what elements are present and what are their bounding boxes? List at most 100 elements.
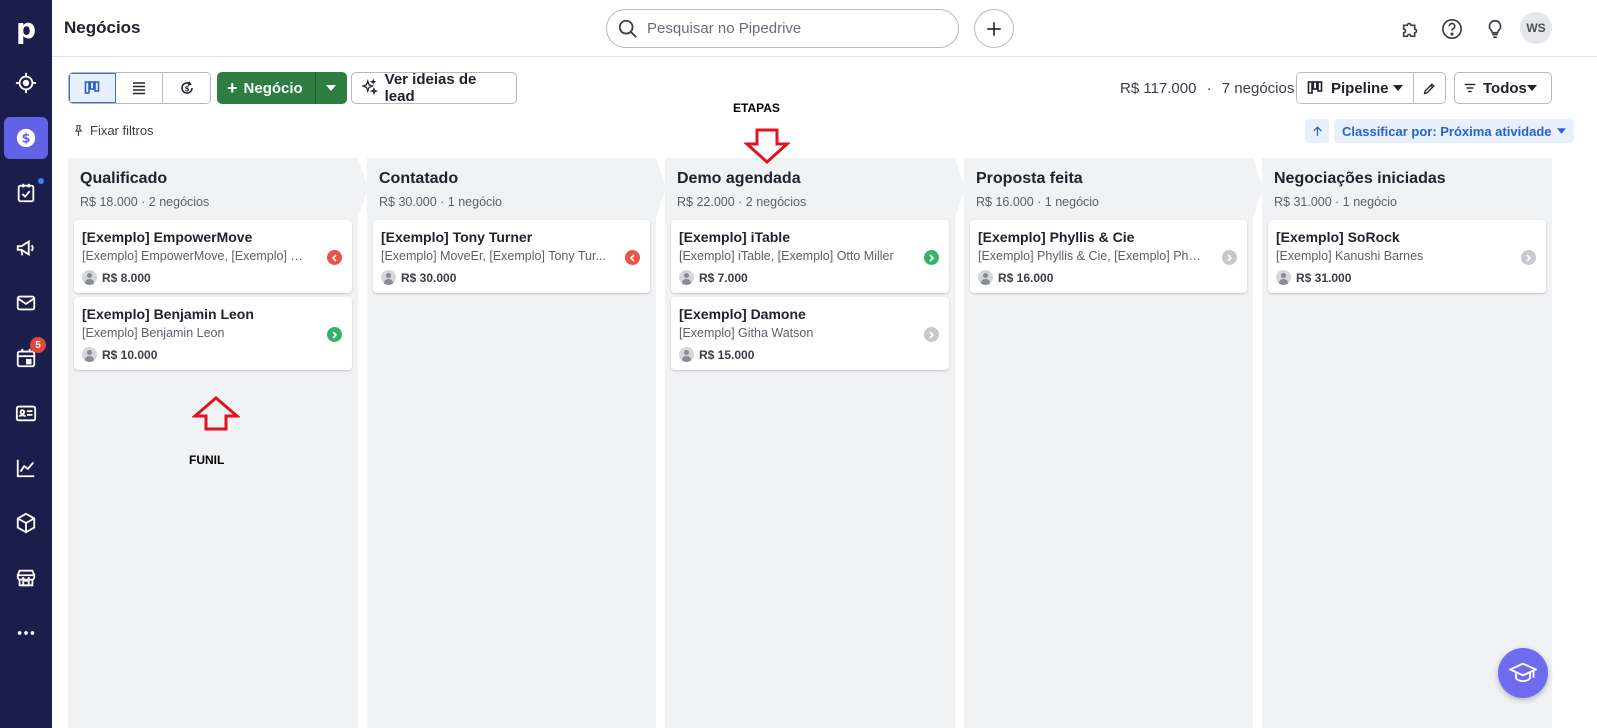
add-deal-dropdown-button[interactable]: [314, 72, 347, 104]
sort-direction-button[interactable]: [1305, 119, 1329, 143]
add-deal-button[interactable]: + Negócio: [217, 72, 315, 104]
deal-card[interactable]: [Exemplo] SoRock [Exemplo] Kanushi Barnes…: [1268, 220, 1546, 293]
deal-contacts: [Exemplo] Githa Watson: [679, 326, 814, 340]
search-box[interactable]: [606, 9, 959, 48]
person-icon: [978, 270, 993, 285]
nav-item-activities[interactable]: [4, 172, 48, 214]
no-activity-icon[interactable]: [924, 327, 939, 342]
filter-icon: [1464, 83, 1476, 93]
nav-item-more[interactable]: [4, 612, 48, 654]
stage-header[interactable]: Qualificado R$ 18.000 · 2 negócios: [68, 158, 368, 218]
search-input[interactable]: [647, 20, 937, 37]
overdue-activity-icon[interactable]: [327, 250, 342, 265]
person-icon: [82, 270, 97, 285]
stage-header[interactable]: Contatado R$ 30.000 · 1 negócio: [367, 158, 666, 218]
deal-card[interactable]: [Exemplo] iTable [Exemplo] iTable, [Exemp…: [671, 220, 949, 293]
more-icon: [17, 631, 35, 635]
deal-title: [Exemplo] Phyllis & Cie: [978, 229, 1135, 245]
quick-add-button[interactable]: [974, 9, 1014, 48]
help-button[interactable]: [1437, 14, 1467, 44]
deal-value: R$ 30.000: [401, 271, 457, 285]
deal-value: R$ 15.000: [699, 348, 755, 362]
nav-item-marketplace[interactable]: [4, 557, 48, 599]
nav-item-mail[interactable]: [4, 282, 48, 324]
summary-count: 7 negócios: [1221, 80, 1295, 97]
box-icon: [16, 512, 36, 534]
deal-value: R$ 10.000: [102, 348, 158, 362]
deal-card[interactable]: [Exemplo] Phyllis & Cie [Exemplo] Phyllis…: [970, 220, 1247, 293]
pipedrive-logo[interactable]: p: [0, 0, 52, 56]
stage-header[interactable]: Demo agendada R$ 22.000 · 2 negócios: [665, 158, 965, 218]
puzzle-icon: [1402, 22, 1418, 38]
stage-title: Qualificado: [80, 170, 168, 187]
dollar-icon: $: [16, 128, 36, 148]
nav-item-deals[interactable]: $: [4, 117, 48, 159]
stage-header[interactable]: Negociações iniciadas R$ 31.000 · 1 negóc…: [1262, 158, 1552, 218]
deal-card[interactable]: [Exemplo] Benjamin Leon [Exemplo] Benjami…: [74, 297, 352, 370]
deal-card[interactable]: [Exemplo] Damone [Exemplo] Githa Watson R$…: [671, 297, 949, 370]
graduation-cap-icon: [1509, 662, 1537, 683]
person-icon: [1276, 270, 1291, 285]
megaphone-icon: [16, 239, 34, 257]
plus-icon: +: [227, 77, 238, 98]
lead-ideas-button[interactable]: Ver ideias de lead: [351, 71, 517, 105]
forecast-view-button[interactable]: $: [163, 73, 210, 103]
deal-value: R$ 31.000: [1296, 271, 1352, 285]
tips-button[interactable]: [1480, 14, 1510, 44]
stage-column: Contatado R$ 30.000 · 1 negócio [Exemplo] …: [367, 158, 666, 728]
deal-value: R$ 7.000: [699, 271, 748, 285]
no-activity-icon[interactable]: [1222, 250, 1237, 265]
summary-value: R$ 117.000: [1120, 80, 1197, 97]
left-nav: p $ 5: [0, 0, 52, 728]
scheduled-activity-icon[interactable]: [327, 327, 342, 342]
stage-header[interactable]: Proposta feita R$ 16.000 · 1 negócio: [964, 158, 1263, 218]
academy-help-button[interactable]: [1498, 648, 1548, 698]
store-icon: [16, 569, 36, 587]
calendar-badge: 5: [30, 337, 46, 353]
caret-down-icon: [1527, 85, 1537, 91]
overdue-activity-icon[interactable]: [625, 250, 640, 265]
pipeline-select-button[interactable]: Pipeline: [1297, 73, 1414, 103]
target-icon: [15, 72, 37, 94]
deal-contacts: [Exemplo] Benjamin Leon: [82, 326, 225, 340]
nav-item-contacts[interactable]: [4, 392, 48, 434]
edit-pipeline-button[interactable]: [1414, 73, 1445, 103]
annotation-arrow-up-icon: [192, 396, 240, 431]
pipeline-view-button[interactable]: [69, 73, 116, 103]
nav-item-products[interactable]: [4, 502, 48, 544]
new-deal-split-button: + Negócio: [217, 72, 347, 104]
deal-card[interactable]: [Exemplo] EmpowerMove [Exemplo] EmpowerMo…: [74, 220, 352, 293]
nav-item-insights[interactable]: [4, 447, 48, 489]
no-activity-icon[interactable]: [1521, 250, 1536, 265]
user-avatar[interactable]: WS: [1520, 12, 1552, 44]
person-icon: [381, 270, 396, 285]
stage-chevron: [656, 158, 666, 218]
sort-by-dropdown[interactable]: Classificar por: Próxima atividade: [1334, 119, 1574, 143]
deal-contacts: [Exemplo] EmpowerMove, [Exemplo] Gl...: [82, 249, 312, 263]
stage-title: Negociações iniciadas: [1274, 170, 1446, 187]
list-view-button[interactable]: [116, 73, 163, 103]
contacts-card-icon: [15, 405, 37, 422]
deal-value: R$ 8.000: [102, 271, 151, 285]
deal-card[interactable]: [Exemplo] Tony Turner [Exemplo] MoveEr, […: [373, 220, 650, 293]
deal-contacts: [Exemplo] iTable, [Exemplo] Otto Miller: [679, 249, 894, 263]
nav-item-leads[interactable]: [4, 62, 48, 104]
scheduled-activity-icon[interactable]: [924, 250, 939, 265]
stage-summary: R$ 18.000 · 2 negócios: [80, 195, 210, 209]
kanban-icon: [1307, 81, 1323, 94]
filter-button[interactable]: Todos: [1454, 72, 1552, 104]
stage-chevron: [1253, 158, 1263, 218]
nav-item-calendar[interactable]: 5: [4, 337, 48, 379]
mail-icon: [16, 295, 36, 311]
deal-title: [Exemplo] Benjamin Leon: [82, 306, 254, 322]
arrow-up-icon: [1312, 125, 1322, 136]
stage-summary: R$ 16.000 · 1 negócio: [976, 195, 1100, 209]
stage-summary: R$ 30.000 · 1 negócio: [379, 195, 503, 209]
svg-text:$: $: [22, 132, 31, 147]
fix-filters-button[interactable]: Fixar filtros: [72, 123, 154, 138]
deal-title: [Exemplo] EmpowerMove: [82, 229, 253, 245]
app-root: p $ 5 Negócios Pesquisar no Pipedrive WS…: [0, 0, 1597, 728]
extensions-button[interactable]: [1396, 14, 1426, 44]
nav-item-campaigns[interactable]: [4, 227, 48, 269]
stage-title: Contatado: [379, 170, 459, 187]
